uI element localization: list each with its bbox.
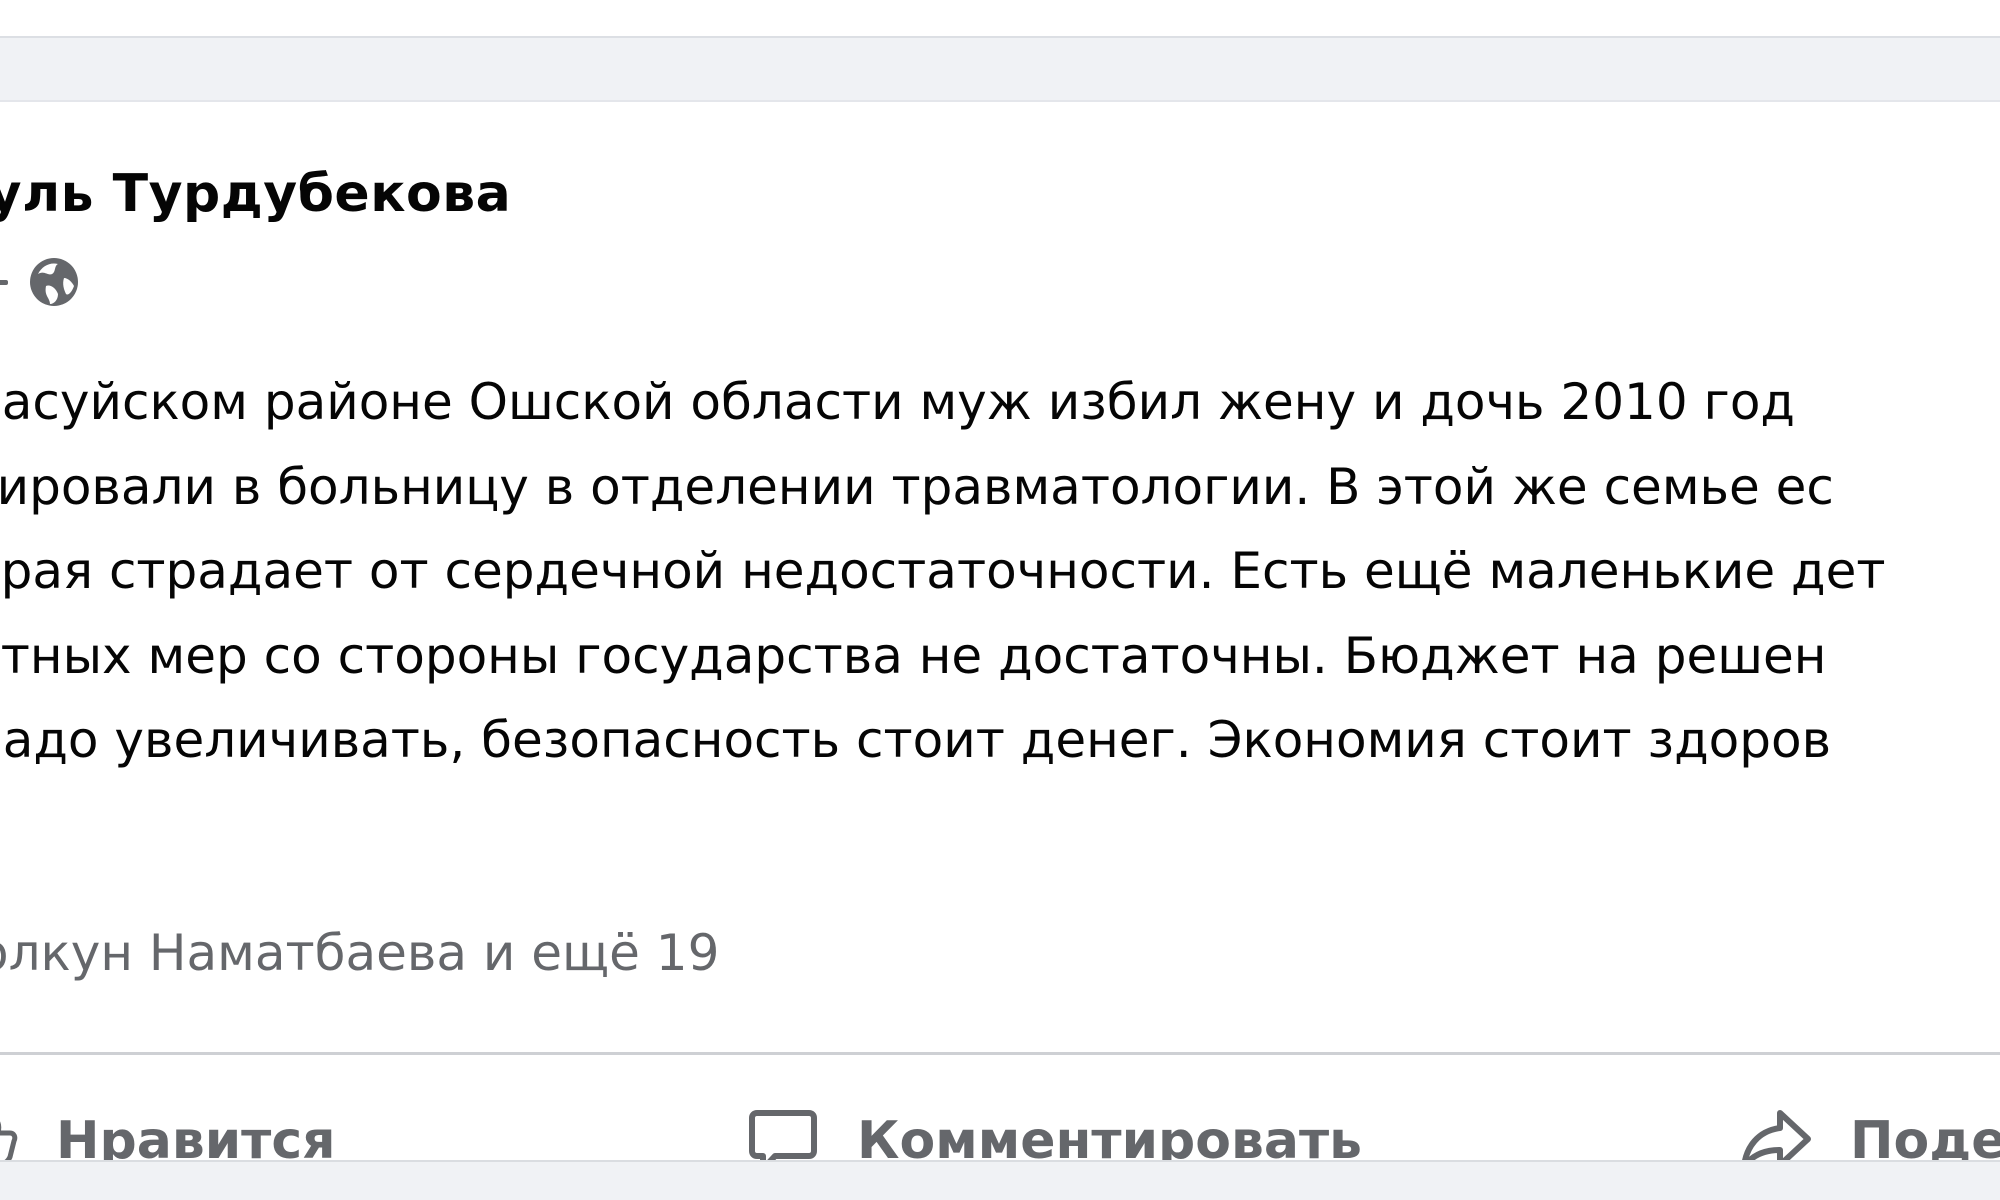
globe-icon[interactable]: [28, 256, 80, 308]
share-button[interactable]: Поде: [1738, 1057, 2000, 1162]
comment-label: Комментировать: [857, 1111, 1362, 1162]
post-author-name[interactable]: гуль Турдубекова: [0, 164, 511, 224]
post-body-text: расуйском районе Ошской области муж изби…: [0, 360, 2000, 783]
comment-icon: [745, 1103, 821, 1160]
post-actions-bar: Нравится Комментировать Поде: [0, 1057, 2000, 1162]
share-label: Поде: [1850, 1111, 2000, 1162]
actions-divider: [0, 1052, 2000, 1055]
share-icon: [1738, 1103, 1814, 1160]
post-card: гуль Турдубекова расуйском районе Ошской…: [0, 100, 2000, 1162]
post-text-line: орая страдает от сердечной недостаточнос…: [0, 542, 1886, 600]
post-meta: [0, 252, 80, 312]
like-label: Нравится: [56, 1111, 336, 1162]
comment-button[interactable]: Комментировать: [745, 1057, 1362, 1162]
previous-post-bottom: [0, 0, 2000, 38]
reactions-summary[interactable]: олкун Наматбаева и ещё 19: [0, 924, 719, 982]
meta-separator-dot: [0, 279, 8, 285]
post-text-line: расуйском районе Ошской области муж изби…: [0, 373, 1795, 431]
post-text-line: надо увеличивать, безопасность стоит ден…: [0, 711, 1832, 769]
post-text-line: етных мер со стороны государства не дост…: [0, 626, 1827, 685]
post-text-line: зировали в больницу в отделении травмато…: [0, 457, 1834, 516]
like-icon: [0, 1111, 20, 1160]
like-button[interactable]: Нравится: [0, 1057, 336, 1162]
